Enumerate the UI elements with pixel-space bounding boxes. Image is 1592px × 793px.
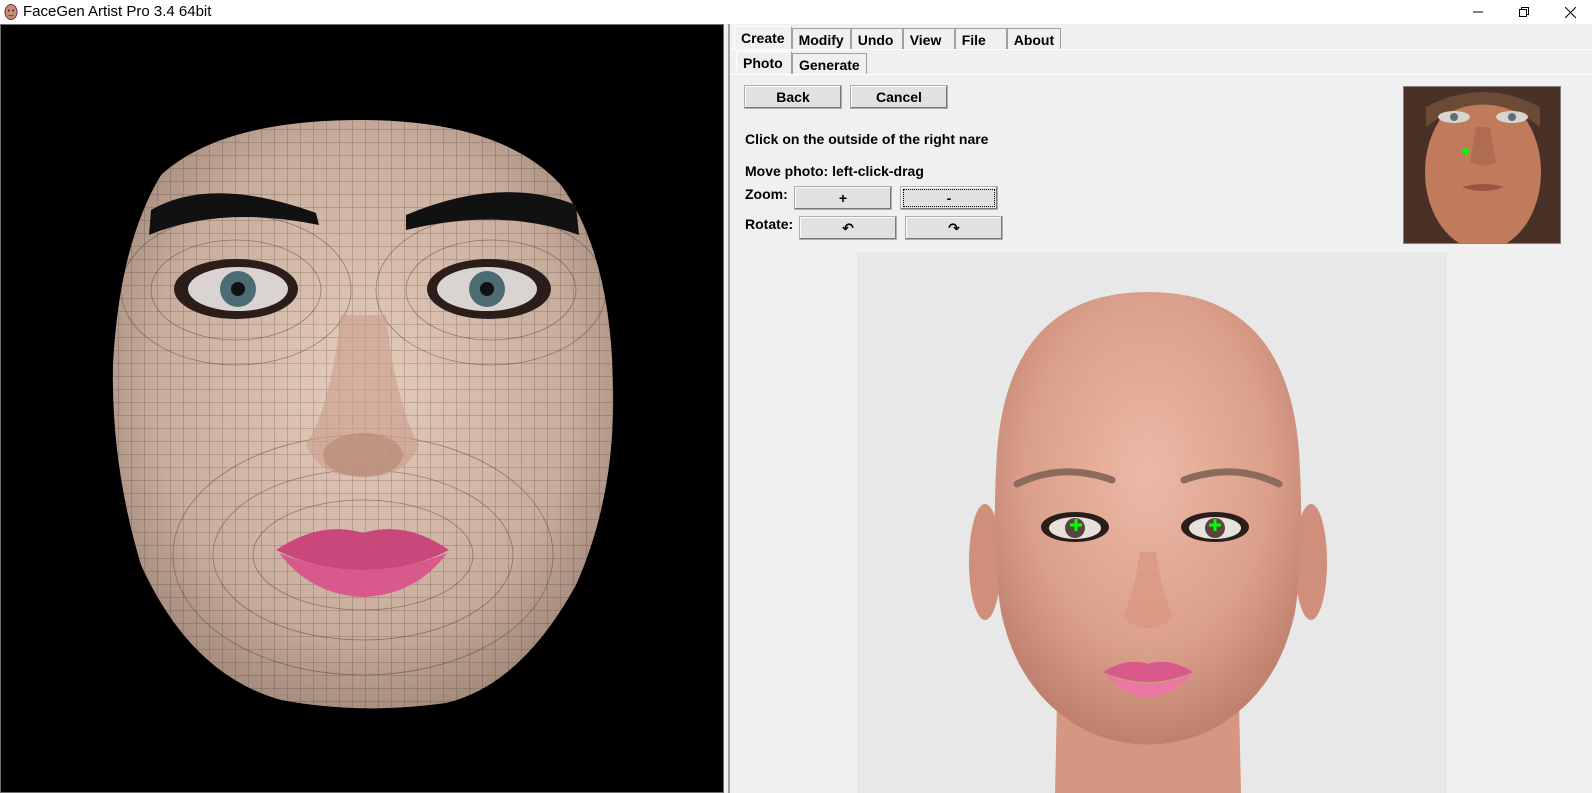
sub-tab-bar: Photo Generate [736, 51, 867, 75]
title-bar: FaceGen Artist Pro 3.4 64bit [0, 0, 1592, 24]
rotate-label: Rotate: [745, 216, 794, 232]
instruction-text: Click on the outside of the right nare [745, 131, 989, 147]
tab-view[interactable]: View [902, 28, 955, 50]
facegen-app-icon [4, 4, 18, 20]
rotate-ccw-button[interactable]: ↶ [799, 216, 897, 240]
close-button[interactable] [1547, 0, 1592, 24]
window-title: FaceGen Artist Pro 3.4 64bit [23, 3, 212, 20]
zoom-out-button[interactable]: - [900, 186, 998, 210]
main-tab-bar: Create Modify Undo View File About [734, 26, 1061, 50]
sub-tab-divider [730, 74, 1592, 75]
tab-about[interactable]: About [1006, 28, 1061, 50]
restore-button[interactable] [1501, 0, 1547, 24]
tab-file[interactable]: File [954, 28, 1007, 50]
rotate-cw-button[interactable]: ↷ [905, 216, 1003, 240]
reference-photo[interactable] [1403, 86, 1561, 244]
restore-icon [1519, 7, 1529, 17]
control-panel: Create Modify Undo View File About Photo… [730, 24, 1592, 793]
back-button[interactable]: Back [744, 85, 842, 109]
head-render-viewport[interactable] [857, 252, 1447, 793]
head-render [857, 252, 1447, 793]
zoom-in-button[interactable]: + [794, 186, 892, 210]
minimize-button[interactable] [1455, 0, 1501, 24]
move-photo-hint: Move photo: left-click-drag [745, 163, 924, 179]
reference-photo-face [1404, 87, 1560, 243]
tab-create[interactable]: Create [734, 26, 792, 50]
minimize-icon [1473, 11, 1483, 13]
zoom-label: Zoom: [745, 186, 788, 202]
close-icon [1564, 6, 1576, 18]
face-mesh-render [112, 120, 614, 709]
tab-undo[interactable]: Undo [850, 28, 903, 50]
tab-divider [730, 49, 1592, 50]
tab-photo[interactable]: Photo [736, 51, 792, 75]
cancel-button[interactable]: Cancel [850, 85, 948, 109]
3d-mesh-viewport[interactable] [0, 24, 724, 793]
tab-generate[interactable]: Generate [792, 53, 867, 75]
tab-modify[interactable]: Modify [791, 28, 851, 50]
